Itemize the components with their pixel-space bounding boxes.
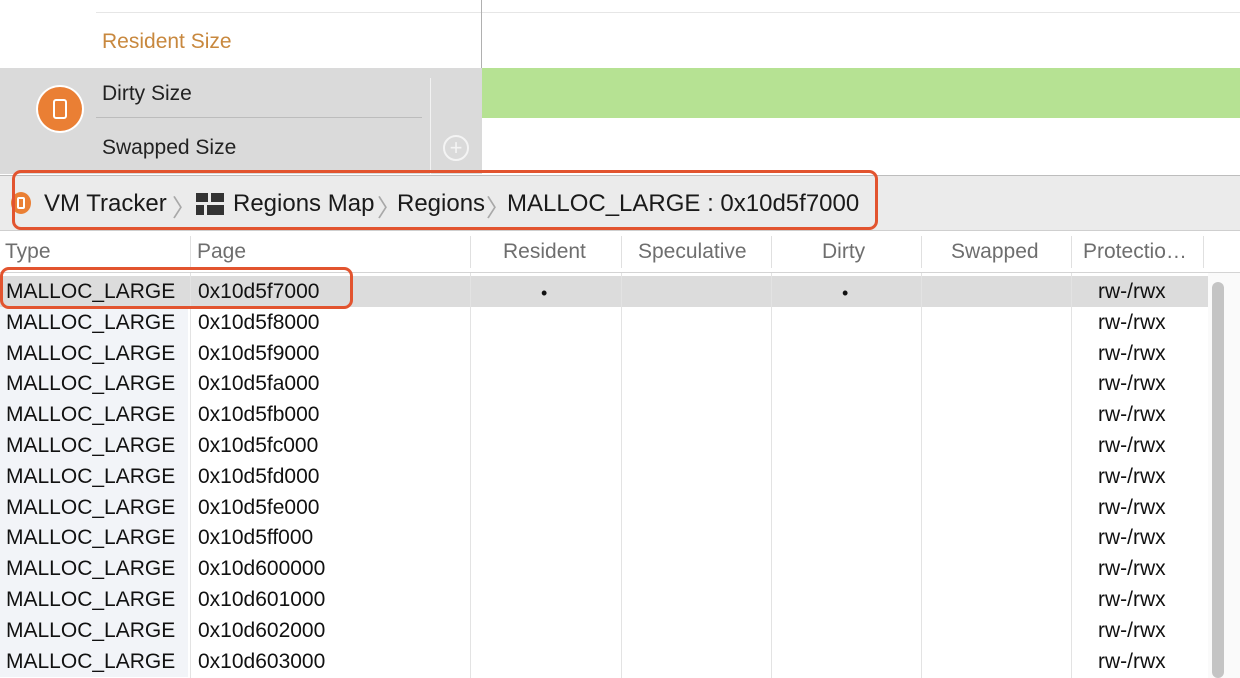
chevron-right-icon: 〉 [172,195,196,222]
divider [470,273,471,678]
cell-page: 0x10d5fb000 [198,403,320,427]
table-row[interactable]: MALLOC_LARGE 0x10d5f9000 rw-/rwx [0,337,1208,369]
divider [771,273,772,678]
dirty-size-label[interactable]: Dirty Size [102,82,192,106]
cell-page: 0x10d5fe000 [198,495,320,519]
table-row[interactable]: MALLOC_LARGE 0x10d602000 rw-/rwx [0,614,1208,646]
vm-tracker-icon [38,87,82,131]
cell-page: 0x10d5ff000 [198,526,314,550]
divider [481,0,482,68]
table-row[interactable]: MALLOC_LARGE 0x10d5fc000 rw-/rwx [0,430,1208,461]
cell-page: 0x10d600000 [198,557,326,581]
breadcrumb-item-region[interactable]: MALLOC_LARGE : 0x10d5f7000 [507,190,859,218]
divider [190,273,191,678]
cell-page: 0x10d5fd000 [198,464,320,488]
table-row[interactable]: MALLOC_LARGE 0x10d5f7000 • • rw-/rwx [0,276,1208,307]
column-header-dirty[interactable]: Dirty [822,240,865,264]
cell-page: 0x10d5f8000 [198,310,320,334]
divider [921,236,922,268]
cell-type: MALLOC_LARGE [6,495,176,519]
divider [771,236,772,268]
cell-page: 0x10d601000 [198,588,326,611]
cell-page: 0x10d5fa000 [198,372,320,396]
cell-protection: rw-/rwx [1098,464,1166,488]
divider [430,78,431,174]
cell-protection: rw-/rwx [1098,403,1166,427]
cell-dirty: • [842,283,849,303]
breadcrumb-item-regions[interactable]: Regions [397,190,485,218]
cell-type: MALLOC_LARGE [6,403,176,427]
divider [621,273,622,678]
table-row[interactable]: MALLOC_LARGE 0x10d5fa000 rw-/rwx [0,368,1208,400]
table-row[interactable]: MALLOC_LARGE 0x10d603000 rw-/rwx [0,645,1208,677]
swapped-size-label[interactable]: Swapped Size [102,136,236,160]
table-row[interactable]: MALLOC_LARGE 0x10d601000 rw-/rwx [0,584,1208,615]
swapped-size-graph[interactable] [482,118,1240,174]
cell-protection: rw-/rwx [1098,434,1166,457]
divider [921,273,922,678]
cell-type: MALLOC_LARGE [6,280,176,303]
cell-protection: rw-/rwx [1098,310,1166,334]
divider [96,117,422,118]
divider [1203,236,1204,268]
divider [470,236,471,268]
cell-type: MALLOC_LARGE [6,434,176,457]
plus-circle-icon[interactable]: + [443,135,469,161]
cell-protection: rw-/rwx [1098,372,1166,396]
cell-protection: rw-/rwx [1098,280,1166,303]
divider [96,12,1240,13]
cell-page: 0x10d5fc000 [198,434,319,457]
cell-protection: rw-/rwx [1098,495,1166,519]
regions-map-icon [196,193,224,215]
scrollbar-thumb[interactable] [1212,282,1224,678]
vm-tracker-icon [11,192,31,214]
table-header [0,231,1240,273]
divider [1071,236,1072,268]
cell-protection: rw-/rwx [1098,588,1166,611]
dirty-size-graph[interactable] [482,68,1240,118]
column-header-type[interactable]: Type [5,240,51,264]
divider [1071,273,1072,678]
table-row[interactable]: MALLOC_LARGE 0x10d5fb000 rw-/rwx [0,399,1208,431]
cell-protection: rw-/rwx [1098,618,1166,642]
column-header-resident[interactable]: Resident [503,240,586,264]
cell-protection: rw-/rwx [1098,649,1166,673]
cell-resident: • [541,283,548,303]
cell-protection: rw-/rwx [1098,341,1166,365]
cell-protection: rw-/rwx [1098,557,1166,581]
cell-page: 0x10d5f7000 [198,280,320,303]
column-header-protection[interactable]: Protectio… [1083,240,1187,264]
breadcrumb-item-regions-map[interactable]: Regions Map [233,190,374,218]
table-row[interactable]: MALLOC_LARGE 0x10d5ff000 rw-/rwx [0,522,1208,554]
cell-page: 0x10d5f9000 [198,341,320,365]
cell-type: MALLOC_LARGE [6,526,176,550]
cell-type: MALLOC_LARGE [6,341,176,365]
column-header-speculative[interactable]: Speculative [638,240,747,264]
resident-size-label[interactable]: Resident Size [102,30,232,54]
cell-type: MALLOC_LARGE [6,588,176,611]
cell-protection: rw-/rwx [1098,526,1166,550]
table-row[interactable]: MALLOC_LARGE 0x10d5f8000 rw-/rwx [0,306,1208,338]
breadcrumb-item-vm-tracker[interactable]: VM Tracker [44,190,167,218]
cell-type: MALLOC_LARGE [6,618,176,642]
cell-type: MALLOC_LARGE [6,310,176,334]
divider [190,236,191,268]
cell-type: MALLOC_LARGE [6,372,176,396]
column-header-swapped[interactable]: Swapped [951,240,1039,264]
cell-type: MALLOC_LARGE [6,649,176,673]
column-header-page[interactable]: Page [197,240,246,264]
cell-type: MALLOC_LARGE [6,557,176,581]
cell-page: 0x10d602000 [198,618,326,642]
table-row[interactable]: MALLOC_LARGE 0x10d5fd000 rw-/rwx [0,460,1208,492]
table-row[interactable]: MALLOC_LARGE 0x10d5fe000 rw-/rwx [0,491,1208,523]
cell-page: 0x10d603000 [198,649,326,673]
divider [621,236,622,268]
table-row[interactable]: MALLOC_LARGE 0x10d600000 rw-/rwx [0,553,1208,585]
cell-type: MALLOC_LARGE [6,464,176,488]
